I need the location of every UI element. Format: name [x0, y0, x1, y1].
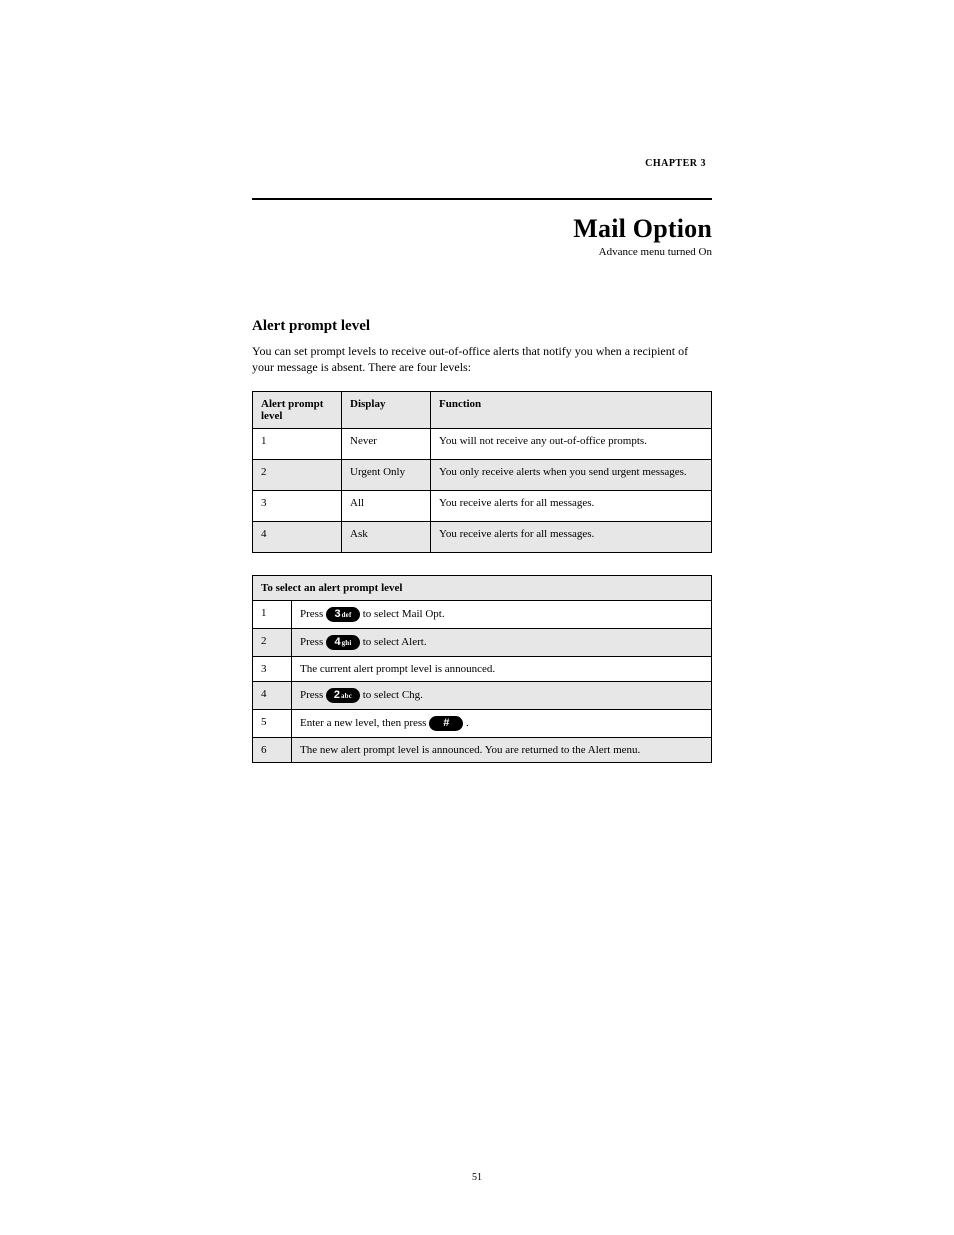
page-number: 51: [0, 1172, 954, 1183]
step-number: 2: [253, 629, 292, 657]
th-level: Alert prompt level: [253, 392, 342, 429]
procedure-title: To select an alert prompt level: [253, 576, 712, 601]
cell: 2: [253, 460, 342, 491]
cell: 3: [253, 491, 342, 522]
cell: Ask: [342, 522, 431, 553]
step-text: Press 4ghi to select Alert.: [292, 629, 712, 657]
cell: 4: [253, 522, 342, 553]
step-text: The new alert prompt level is announced.…: [292, 738, 712, 763]
cell: You only receive alerts when you send ur…: [431, 460, 712, 491]
step-number: 3: [253, 657, 292, 682]
key-hash-icon: #: [429, 716, 463, 731]
procedure-step: 6 The new alert prompt level is announce…: [253, 738, 712, 763]
text: Enter a new level, then press: [300, 717, 429, 729]
cell: All: [342, 491, 431, 522]
title-rule: [252, 198, 712, 200]
procedure-step: 3 The current alert prompt level is anno…: [253, 657, 712, 682]
table-row: 3 All You receive alerts for all message…: [253, 491, 712, 522]
text: Press: [300, 689, 326, 701]
procedure-step: 1 Press 3def to select Mail Opt.: [253, 601, 712, 629]
step-text: Press 3def to select Mail Opt.: [292, 601, 712, 629]
step-number: 6: [253, 738, 292, 763]
cell: Urgent Only: [342, 460, 431, 491]
cell: You will not receive any out-of-office p…: [431, 429, 712, 460]
cell: You receive alerts for all messages.: [431, 491, 712, 522]
key-2abc-icon: 2abc: [326, 688, 360, 703]
table-row: 2 Urgent Only You only receive alerts wh…: [253, 460, 712, 491]
step-text: The current alert prompt level is announ…: [292, 657, 712, 682]
table-row: 4 Ask You receive alerts for all message…: [253, 522, 712, 553]
cell: Never: [342, 429, 431, 460]
text: Press: [300, 608, 326, 620]
procedure-step: 4 Press 2abc to select Chg.: [253, 682, 712, 710]
cell: 1: [253, 429, 342, 460]
key-3def-icon: 3def: [326, 607, 360, 622]
text: .: [466, 717, 469, 729]
step-text: Enter a new level, then press # .: [292, 710, 712, 738]
alert-levels-table: Alert prompt level Display Function 1 Ne…: [252, 391, 712, 553]
step-number: 1: [253, 601, 292, 629]
text: to select Chg.: [363, 689, 423, 701]
text: Press: [300, 636, 326, 648]
page-title: Mail Option: [252, 214, 712, 244]
procedure-step: 5 Enter a new level, then press # .: [253, 710, 712, 738]
table-row: 1 Never You will not receive any out-of-…: [253, 429, 712, 460]
step-text: Press 2abc to select Chg.: [292, 682, 712, 710]
key-4ghi-icon: 4ghi: [326, 635, 360, 650]
procedure-step: 2 Press 4ghi to select Alert.: [253, 629, 712, 657]
text: to select Mail Opt.: [363, 608, 445, 620]
cell: You receive alerts for all messages.: [431, 522, 712, 553]
page-subtitle: Advance menu turned On: [252, 246, 712, 258]
step-number: 4: [253, 682, 292, 710]
th-display: Display: [342, 392, 431, 429]
text: to select Alert.: [363, 636, 427, 648]
intro-text: You can set prompt levels to receive out…: [252, 343, 712, 375]
procedure-table: To select an alert prompt level 1 Press …: [252, 575, 712, 763]
th-function: Function: [431, 392, 712, 429]
section-heading: Alert prompt level: [252, 318, 712, 335]
step-number: 5: [253, 710, 292, 738]
